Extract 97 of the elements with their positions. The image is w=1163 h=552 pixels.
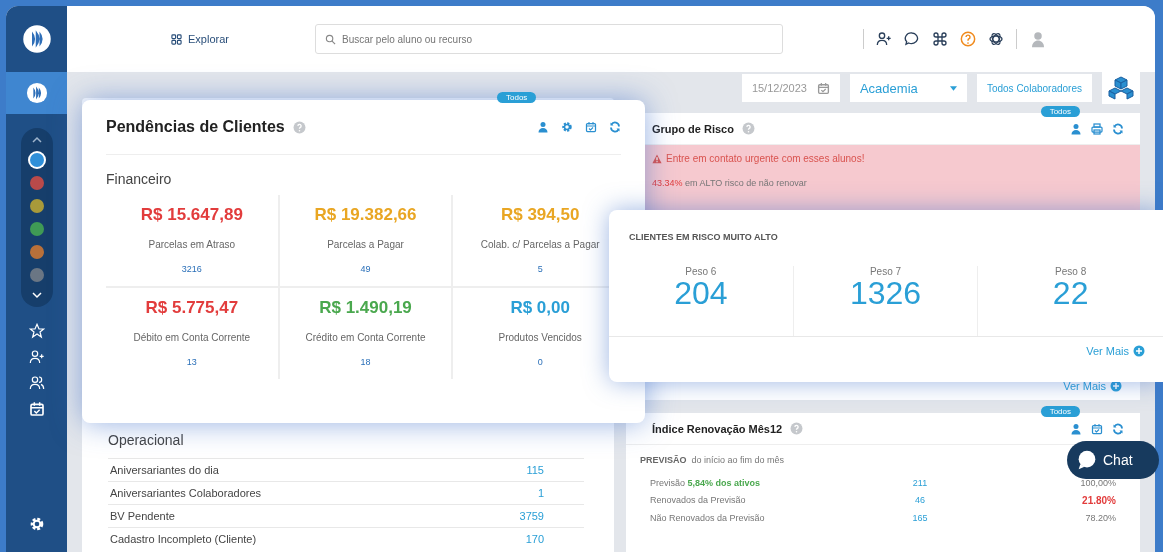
search-icon[interactable] [324,34,336,45]
row-value[interactable]: 170 [525,533,544,545]
person-icon[interactable] [1070,422,1082,435]
person-icon[interactable] [1070,122,1082,135]
plus-circle-icon [1133,345,1145,357]
row-value[interactable]: 115 [526,464,544,476]
row-value[interactable]: 3759 [519,510,544,522]
refresh-icon[interactable] [1112,122,1124,135]
alert-text: Entre em contato urgente com esses alunos! [666,153,865,164]
row-label: BV Pendente [110,510,175,522]
filter-badge[interactable]: Todos [497,92,537,103]
search-field[interactable]: Buscar pelo aluno ou recurso [314,24,783,54]
card-title: CLIENTES EM RISCO MUITO ALTO [628,231,779,242]
filter-badge[interactable]: Todos [1040,106,1080,117]
count-link[interactable]: 13 [186,357,197,367]
module-icon[interactable] [29,153,44,167]
collaborators-button[interactable]: Todos Colaboradores [976,74,1092,102]
add-person-icon[interactable] [28,349,45,365]
module-icon[interactable] [29,245,44,259]
chat-bubble-icon [1077,450,1097,470]
module-icon[interactable] [25,82,48,104]
row-label: Cadastro Incompleto (Cliente) [110,533,257,545]
cubes-button[interactable] [1102,72,1140,104]
row-percent: 21.80% [1081,495,1116,506]
amount: R$ 5.775,47 [145,298,239,318]
metric-label: Produtos Vencidos [498,332,582,343]
logo-icon[interactable] [21,24,52,54]
module-icon[interactable] [29,199,44,213]
card-title: Pendências de Clientes [106,118,285,136]
date-field[interactable]: 15/12/2023 [741,74,840,102]
star-icon[interactable] [28,323,45,339]
row-label: Não Renovados da Previsão [650,513,766,523]
caret-icon [949,85,957,91]
chevron-down-icon[interactable] [31,291,42,299]
refresh-icon[interactable] [1112,422,1124,435]
knot-icon[interactable] [987,31,1004,47]
weight-label: Peso 8 [1055,266,1087,277]
unit-dropdown[interactable]: Academia [849,74,967,102]
refresh-icon[interactable] [609,121,621,133]
amount: R$ 19.382,66 [314,205,417,225]
row-label: Aniversariantes do dia [110,464,219,476]
calendar-icon[interactable] [1091,422,1103,435]
card-title: Índice Renovação Mês12 [652,422,783,435]
chevron-up-icon[interactable] [31,136,42,144]
help-icon[interactable] [959,31,976,47]
calendar-icon[interactable] [585,121,597,133]
warning-icon [652,153,662,164]
row-percent: 78.20% [1084,513,1116,523]
metric-label: Crédito em Conta Corrente [305,332,426,343]
row-value[interactable]: 1 [537,487,544,499]
chat-bubble-icon[interactable] [903,31,920,47]
row-label: Aniversariantes Colaboradores [110,487,262,499]
chat-button[interactable]: Chat [1067,441,1159,479]
count-link[interactable]: 0 [537,357,543,367]
count-link[interactable]: 49 [360,264,371,274]
sidebar-item[interactable] [6,72,67,114]
calendar-icon[interactable] [28,401,45,417]
people-icon[interactable] [28,375,45,391]
weight-label: Peso 7 [869,266,902,277]
row-count[interactable]: 211 [890,478,950,488]
client-count[interactable]: 204 [674,277,728,309]
metric-label: Parcelas a Pagar [327,239,404,250]
count-link[interactable]: 3216 [181,264,202,274]
explore-button[interactable]: Explorar [171,33,229,45]
metric-label: Débito em Conta Corrente [133,332,251,343]
grid-icon[interactable] [171,33,182,45]
printer-icon[interactable] [1091,122,1103,135]
row-count[interactable]: 165 [890,513,950,523]
client-count[interactable]: 1326 [849,277,922,309]
person-icon[interactable] [537,121,549,133]
count-link[interactable]: 5 [537,264,543,274]
cubes-icon [1108,76,1134,100]
filter-badge[interactable]: Todos [1040,406,1080,417]
section-title: Operacional [108,432,185,448]
card-title: Grupo de Risco [652,122,734,135]
command-icon[interactable] [931,31,948,47]
row-count[interactable]: 46 [890,495,950,506]
amount: R$ 0,00 [510,298,570,318]
amount: R$ 1.490,19 [319,298,412,318]
section-title: Financeiro [106,171,173,187]
amount: R$ 394,50 [500,205,580,225]
module-icon[interactable] [29,222,44,236]
row-percent: 100,00% [1079,478,1116,488]
count-link[interactable]: 18 [360,357,371,367]
client-count[interactable]: 22 [1052,277,1089,309]
weight-label: Peso 6 [685,266,717,277]
settings-icon[interactable] [28,516,45,532]
row-label: Renovados da Previsão [650,495,747,506]
amount: R$ 15.647,89 [140,205,243,225]
metric-label: Colab. c/ Parcelas a Pagar [480,239,600,250]
add-person-icon[interactable] [875,31,892,47]
see-more-link[interactable]: Ver Mais [1086,345,1145,357]
metric-label: Parcelas em Atraso [148,239,236,250]
row-label: Previsão 5,84% dos ativos [650,478,762,488]
risk-text: 43.34% em ALTO risco de não renovar [652,178,808,188]
settings-icon[interactable] [561,121,573,133]
forecast-caption: PREVISÃO do início ao fim do mês [640,455,785,465]
